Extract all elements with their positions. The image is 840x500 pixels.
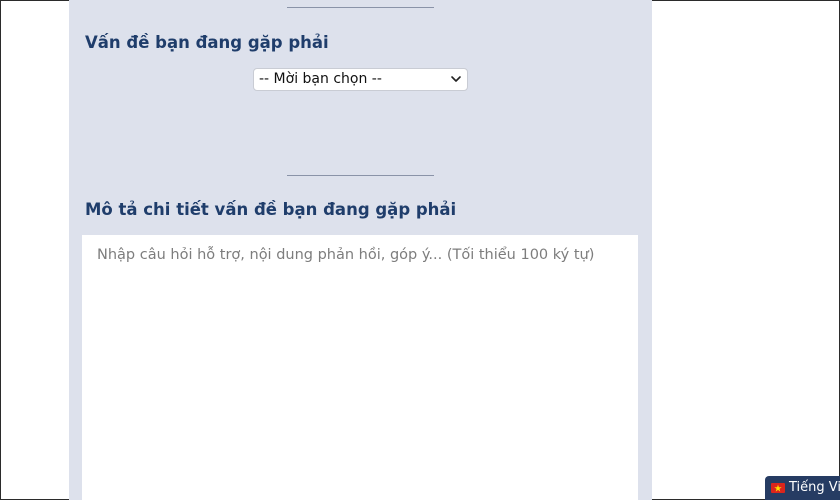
issue-section-title: Vấn đề bạn đang gặp phải <box>85 33 329 52</box>
description-placeholder: Nhập câu hỏi hỗ trợ, nội dung phản hồi, … <box>97 247 595 263</box>
language-switcher-button[interactable]: Tiếng Việt <box>765 476 840 500</box>
description-section-title: Mô tả chi tiết vấn đề bạn đang gặp phải <box>85 200 457 219</box>
section-divider-top <box>287 7 434 8</box>
vietnam-flag-icon <box>771 483 785 493</box>
chevron-down-icon <box>451 76 461 82</box>
issue-select[interactable]: -- Mời bạn chọn -- <box>253 68 468 91</box>
description-textarea[interactable]: Nhập câu hỏi hỗ trợ, nội dung phản hồi, … <box>82 235 638 500</box>
issue-select-value: -- Mời bạn chọn -- <box>259 71 382 87</box>
language-label: Tiếng Việt <box>789 480 840 495</box>
section-divider-middle <box>287 175 434 176</box>
